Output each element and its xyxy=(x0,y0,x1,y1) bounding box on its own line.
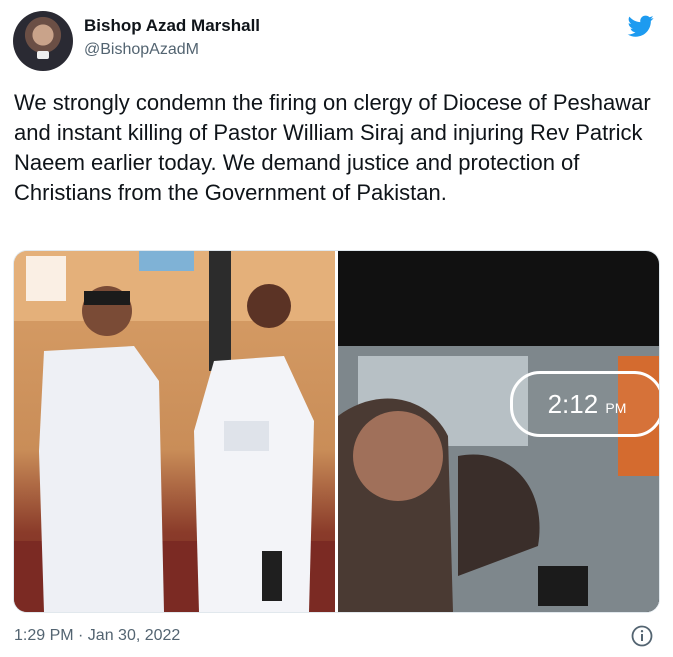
overlay-ampm: PM xyxy=(605,400,627,416)
overlay-time: 2:12 xyxy=(547,389,599,419)
avatar[interactable] xyxy=(13,11,73,71)
media-grid[interactable]: 2:12 PM xyxy=(13,250,660,613)
tweet-card: Bishop Azad Marshall @BishopAzadM We str… xyxy=(0,0,673,657)
photo-clergy[interactable] xyxy=(14,251,335,612)
clergy-illustration xyxy=(14,251,335,612)
info-icon[interactable] xyxy=(630,624,654,648)
author-handle[interactable]: @BishopAzadM xyxy=(84,41,199,59)
tweet-text: We strongly condemn the firing on clergy… xyxy=(14,90,651,205)
tweet-timestamp[interactable]: 1:29 PM · Jan 30, 2022 xyxy=(14,627,180,645)
author-name[interactable]: Bishop Azad Marshall xyxy=(84,16,260,36)
clerical-collar xyxy=(37,51,49,59)
twitter-bird-icon[interactable] xyxy=(626,13,656,39)
time-overlay: 2:12 PM xyxy=(510,371,659,437)
photo-car[interactable]: 2:12 PM xyxy=(338,251,659,612)
